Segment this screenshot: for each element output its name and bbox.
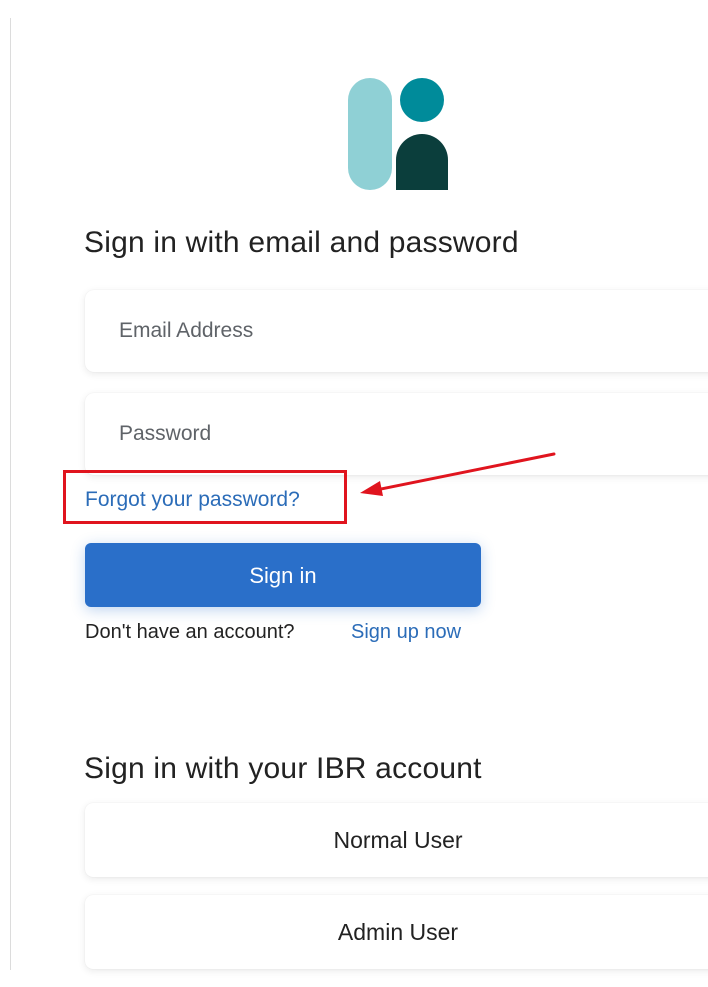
annotation-arrow-icon xyxy=(360,452,556,496)
ibr-account-heading: Sign in with your IBR account xyxy=(84,752,482,785)
sign-in-button[interactable]: Sign in xyxy=(85,543,481,607)
brand-logo-icon xyxy=(348,78,448,190)
email-signin-heading: Sign in with email and password xyxy=(84,226,519,259)
forgot-password-link[interactable]: Forgot your password? xyxy=(85,488,300,512)
left-divider xyxy=(10,18,11,970)
admin-user-button[interactable]: Admin User xyxy=(85,895,708,969)
no-account-text: Don't have an account? xyxy=(85,621,295,643)
normal-user-button[interactable]: Normal User xyxy=(85,803,708,877)
sign-up-link[interactable]: Sign up now xyxy=(351,621,461,644)
sign-in-page: Sign in with email and password Forgot y… xyxy=(0,0,708,987)
email-field-container[interactable] xyxy=(85,290,708,372)
email-field[interactable] xyxy=(85,290,708,372)
